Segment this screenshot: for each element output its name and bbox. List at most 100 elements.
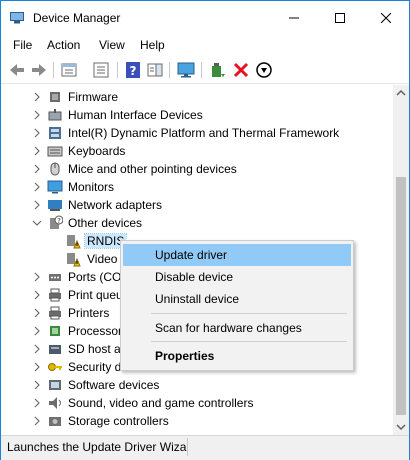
properties-sheet-icon[interactable] <box>59 60 79 80</box>
speaker-icon <box>49 397 61 409</box>
console-tree-icon[interactable] <box>91 60 111 80</box>
tree-item-storage-controllers[interactable]: Storage controllers <box>1 412 393 430</box>
tree-item-label: Software devices <box>68 378 160 392</box>
network-adapter-icon <box>48 200 62 211</box>
monitor-scan-icon[interactable] <box>176 60 196 80</box>
chevron-right-icon[interactable] <box>32 362 42 372</box>
printer-icon <box>49 306 61 320</box>
window-title: Device Manager <box>33 11 121 25</box>
chevron-right-icon[interactable] <box>32 398 42 408</box>
menu-disable-device[interactable]: Disable device <box>123 266 351 288</box>
forward-arrow-icon[interactable] <box>29 60 49 80</box>
uninstall-device-icon[interactable] <box>231 60 251 80</box>
update-driver-icon[interactable] <box>208 60 228 80</box>
menu-update-driver[interactable]: Update driver <box>123 244 351 266</box>
chevron-right-icon[interactable] <box>32 182 42 192</box>
chevron-right-icon[interactable] <box>32 344 42 354</box>
firmware-chip-icon <box>50 92 60 102</box>
tree-item-monitors[interactable]: Monitors <box>1 178 393 196</box>
help-icon[interactable]: ? <box>123 60 143 80</box>
tree-item-label: Human Interface Devices <box>68 108 203 122</box>
tree-item-label: Firmware <box>68 90 118 104</box>
security-key-icon <box>48 363 62 371</box>
tree-item-label: Other devices <box>68 216 143 230</box>
print-queue-icon <box>49 288 61 302</box>
status-bar: Launches the Update Driver Wizard <box>1 435 409 460</box>
context-menu: Update driver Disable device Uninstall d… <box>120 240 354 371</box>
scroll-up-icon[interactable] <box>393 85 409 101</box>
device-manager-window: Device Manager File Action View Help ? F… <box>0 0 410 460</box>
tree-item-keyboards[interactable]: Keyboards <box>1 142 393 160</box>
chevron-right-icon[interactable] <box>32 380 42 390</box>
tree-item-mice[interactable]: Mice and other pointing devices <box>1 160 393 178</box>
vertical-scrollbar[interactable] <box>393 85 409 435</box>
scroll-down-icon[interactable] <box>393 419 409 435</box>
title-bar[interactable]: Device Manager <box>1 1 409 35</box>
menu-uninstall-device[interactable]: Uninstall device <box>123 288 351 310</box>
toolbar-separator <box>53 62 54 78</box>
menu-scan-hardware-changes[interactable]: Scan for hardware changes <box>123 317 351 339</box>
menu-help[interactable]: Help <box>140 38 165 52</box>
tree-item-label: Ports (CO <box>68 270 122 284</box>
menu-item-label: Uninstall device <box>155 292 240 306</box>
hid-device-icon <box>48 109 62 121</box>
toolbar-separator <box>117 62 118 78</box>
menu-separator <box>151 341 347 342</box>
action-pane-icon[interactable] <box>145 60 165 80</box>
menu-view[interactable]: View <box>99 38 125 52</box>
storage-controller-icon <box>49 417 61 426</box>
tree-item-label: Printers <box>68 306 110 320</box>
tree-item-software-devices[interactable]: Software devices <box>1 376 393 394</box>
maximize-icon <box>335 13 345 23</box>
menu-action[interactable]: Action <box>47 38 80 52</box>
chevron-right-icon[interactable] <box>32 308 42 318</box>
tree-item-human-interface-devices[interactable]: Human Interface Devices <box>1 106 393 124</box>
unknown-device-icon: ? <box>50 215 63 229</box>
menu-separator <box>151 313 347 314</box>
menu-bar: File Action View Help <box>1 35 409 55</box>
tree-item-label: Storage controllers <box>68 414 169 428</box>
tree-item-intel-dptf[interactable]: Intel(R) Dynamic Platform and Thermal Fr… <box>1 124 393 142</box>
tree-item-label: Sound, video and game controllers <box>68 396 254 410</box>
chevron-right-icon[interactable] <box>32 326 42 336</box>
tree-item-label: Mice and other pointing devices <box>68 162 237 176</box>
device-manager-app-icon <box>10 12 24 24</box>
tree-item-label: Video <box>87 252 118 266</box>
tree-item-label: Intel(R) Dynamic Platform and Thermal Fr… <box>68 126 340 140</box>
tree-item-other-devices[interactable]: ? Other devices <box>1 214 393 232</box>
toolbar-separator <box>169 62 170 78</box>
chevron-right-icon[interactable] <box>32 290 42 300</box>
chevron-right-icon[interactable] <box>32 128 42 138</box>
menu-file[interactable]: File <box>13 38 32 52</box>
keyboard-icon <box>47 146 63 157</box>
tree-item-label: SD host ad <box>68 342 128 356</box>
menu-item-label: Scan for hardware changes <box>155 321 302 335</box>
tree-item-firmware[interactable]: Firmware <box>1 88 393 106</box>
chevron-right-icon[interactable] <box>32 272 42 282</box>
chevron-right-icon[interactable] <box>32 110 42 120</box>
chevron-right-icon[interactable] <box>32 416 42 426</box>
minimize-button[interactable] <box>271 1 317 35</box>
chevron-right-icon[interactable] <box>32 200 42 210</box>
chevron-right-icon[interactable] <box>32 146 42 156</box>
toolbar: ? <box>1 57 409 84</box>
tree-item-label: Keyboards <box>68 144 126 158</box>
minimize-icon <box>289 17 299 19</box>
chevron-right-icon[interactable] <box>32 92 42 102</box>
tree-item-label: Network adapters <box>68 198 163 212</box>
back-arrow-icon[interactable] <box>7 60 27 80</box>
chevron-right-icon[interactable] <box>32 164 42 174</box>
software-device-icon <box>49 380 61 390</box>
warning-device-icon <box>67 235 81 249</box>
tree-item-network-adapters[interactable]: Network adapters <box>1 196 393 214</box>
tree-item-sound-video-game[interactable]: Sound, video and game controllers <box>1 394 393 412</box>
tree-item-label: Monitors <box>68 180 115 194</box>
menu-properties[interactable]: Properties <box>123 345 351 367</box>
scrollbar-thumb[interactable] <box>396 177 406 415</box>
close-button[interactable] <box>363 1 409 35</box>
warning-device-icon <box>67 253 81 267</box>
chevron-down-icon[interactable] <box>32 218 42 228</box>
disable-device-icon[interactable] <box>254 60 274 80</box>
close-icon <box>381 13 391 23</box>
maximize-button[interactable] <box>317 1 363 35</box>
